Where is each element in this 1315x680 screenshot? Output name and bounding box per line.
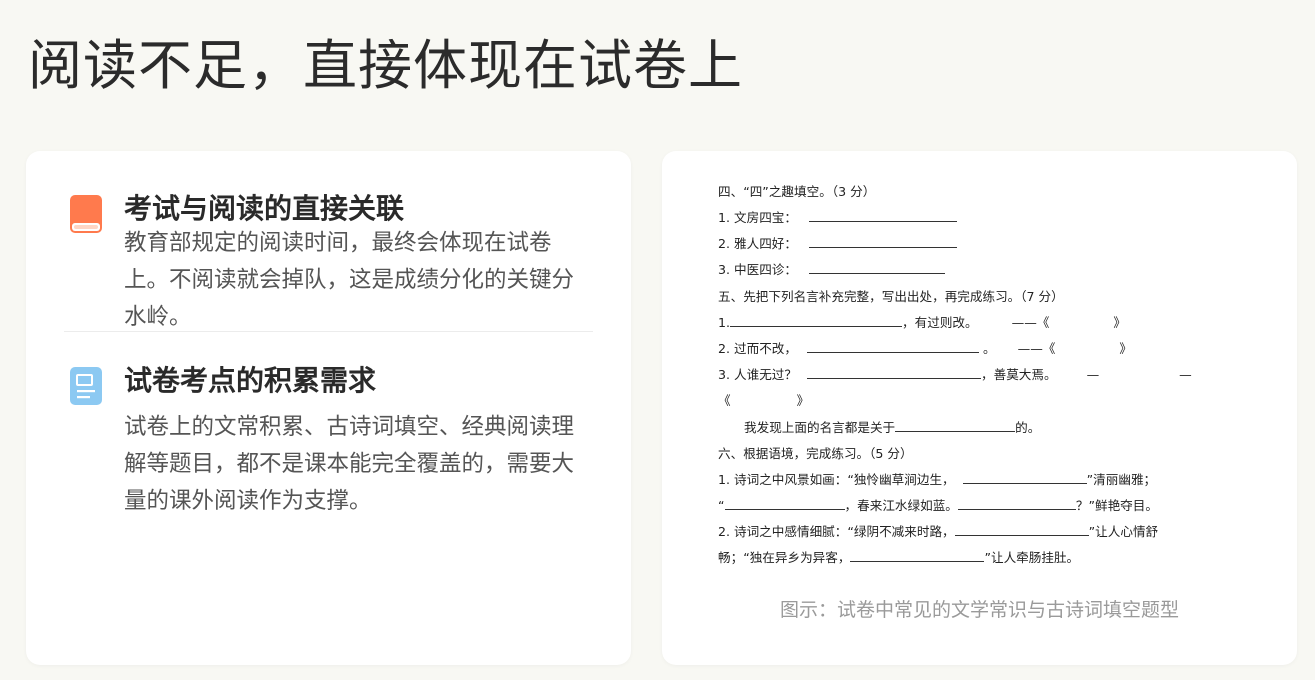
exam-line: 3. 人谁无过？ ，善莫大焉。 — — — [718, 367, 1192, 382]
exam-image-card: 四、“四”之趣填空。（3 分） 1. 文房四宝： 2. 雅人四好： 3. 中医四… — [662, 151, 1297, 665]
exam-line: 四、“四”之趣填空。（3 分） — [718, 184, 876, 199]
image-caption: 图示：试卷中常见的文学常识与古诗词填空题型 — [779, 599, 1179, 621]
exam-line: 畅；“独在异乡为异客， ”让人牵肠挂肚。 — [718, 550, 1080, 565]
exam-line: 六、根据语境，完成练习。（5 分） — [718, 446, 913, 461]
exam-line: 3. 中医四诊： — [718, 259, 946, 278]
page-title: 阅读不足，直接体现在试卷上 — [28, 34, 743, 97]
exam-line: 2. 过而不改， 。 ——《》 — [718, 341, 1132, 356]
left-info-card: 考试与阅读的直接关联 教育部规定的阅读时间，最终会体现在试卷上。不阅读就会掉队，… — [26, 151, 631, 665]
section-title: 试卷考点的积累需求 — [124, 364, 377, 397]
section-exam-accumulation: 试卷考点的积累需求 试卷上的文常积累、古诗词填空、经典阅读理解等题目，都不是课本… — [68, 359, 596, 520]
exam-line: “，春来江水绿如蓝。 ？”鲜艳夺目。 — [718, 498, 1158, 513]
divider — [64, 331, 593, 332]
section-exam-reading-link: 考试与阅读的直接关联 教育部规定的阅读时间，最终会体现在试卷上。不阅读就会掉队，… — [68, 187, 596, 336]
exam-line: 1. ，有过则改。 ——《》 — [718, 315, 1126, 330]
document-icon — [70, 367, 102, 405]
exam-line: 我发现上面的名言都是关于 的。 — [744, 420, 1041, 435]
section-text: 试卷上的文常积累、古诗词填空、经典阅读理解等题目，都不是课本能完全覆盖的，需要大… — [124, 414, 575, 514]
exam-line: 2. 雅人四好： — [718, 233, 958, 252]
exam-line: 2. 诗词之中感情细腻：“绿阴不减来时路， ”让人心情舒 — [718, 524, 1159, 539]
exam-line: 1. 文房四宝： — [718, 207, 958, 226]
exam-line: 《》 — [718, 393, 810, 408]
exam-line: 1. 诗词之中风景如画：“独怜幽草涧边生， ”清丽幽雅； — [718, 472, 1157, 487]
section-text: 教育部规定的阅读时间，最终会体现在试卷上。不阅读就会掉队，这是成绩分化的关键分水… — [124, 230, 575, 330]
exam-line: 五、先把下列名言补充完整，写出出处，再完成练习。（7 分） — [718, 289, 1064, 304]
book-icon — [70, 195, 102, 233]
